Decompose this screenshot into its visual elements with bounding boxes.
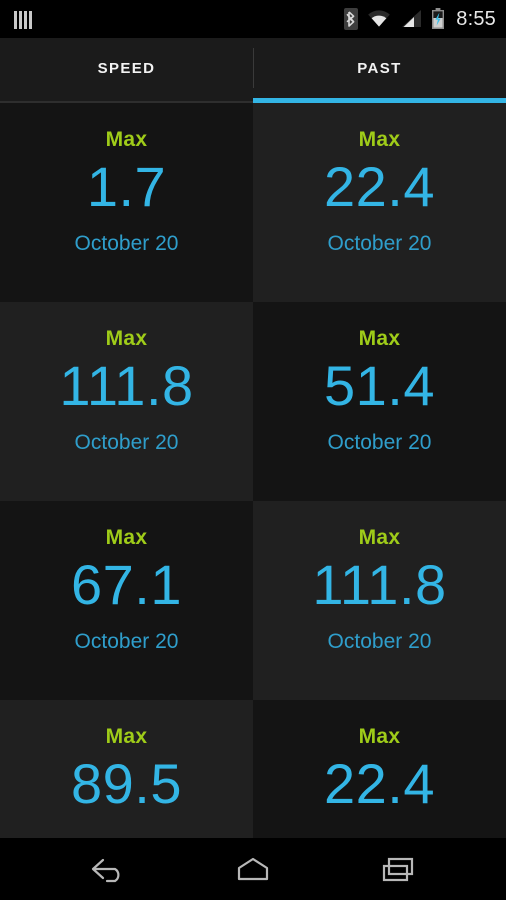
status-bar-clock: 8:55 <box>456 8 496 30</box>
record-value: 111.8 <box>312 553 447 616</box>
record-label: Max <box>358 725 401 748</box>
tab-divider <box>253 48 254 88</box>
record-card[interactable]: Max 22.4 October 20 <box>253 700 506 838</box>
status-bar: 8:55 <box>0 0 506 38</box>
record-card[interactable]: Max 1.7 October 20 <box>0 103 253 302</box>
record-date: October 20 <box>327 231 432 255</box>
tab-speed-underline <box>0 101 253 103</box>
tab-past-indicator <box>253 98 506 103</box>
nav-home-button[interactable] <box>222 845 284 893</box>
record-value: 22.4 <box>324 155 435 218</box>
record-value: 1.7 <box>86 155 167 218</box>
record-date: October 20 <box>74 629 179 653</box>
record-label: Max <box>358 128 401 151</box>
navigation-bar <box>0 838 506 900</box>
app-root: 8:55 SPEED PAST Max 1.7 October 20 Max 2… <box>0 0 506 900</box>
battery-charging-icon <box>432 8 445 29</box>
record-card[interactable]: Max 89.5 October 20 <box>0 700 253 838</box>
tab-speed[interactable]: SPEED <box>0 38 253 103</box>
record-date: October 20 <box>327 430 432 454</box>
record-label: Max <box>105 327 148 350</box>
status-bar-notifications <box>14 9 32 29</box>
status-bar-system-icons: 8:55 <box>344 8 496 30</box>
tab-speed-label: SPEED <box>97 59 156 77</box>
record-value: 67.1 <box>71 553 182 616</box>
record-card[interactable]: Max 111.8 October 20 <box>253 501 506 700</box>
record-label: Max <box>105 128 148 151</box>
record-value: 22.4 <box>324 752 435 815</box>
wifi-icon <box>368 10 391 27</box>
record-value: 111.8 <box>59 354 194 417</box>
record-label: Max <box>358 327 401 350</box>
record-date: October 20 <box>74 430 179 454</box>
record-label: Max <box>105 725 148 748</box>
tab-bar: SPEED PAST <box>0 38 506 103</box>
cell-signal-icon <box>402 10 422 27</box>
nav-back-button[interactable] <box>77 845 139 893</box>
nav-recents-button[interactable] <box>367 845 429 893</box>
back-icon <box>92 858 120 883</box>
record-value: 51.4 <box>324 354 435 417</box>
record-card[interactable]: Max 51.4 October 20 <box>253 302 506 501</box>
home-icon <box>237 857 269 881</box>
record-card[interactable]: Max 67.1 October 20 <box>0 501 253 700</box>
records-grid: Max 1.7 October 20 Max 22.4 October 20 M… <box>0 103 506 838</box>
record-label: Max <box>358 526 401 549</box>
bluetooth-icon <box>344 8 359 30</box>
record-card[interactable]: Max 22.4 October 20 <box>253 103 506 302</box>
tab-past-label: PAST <box>357 59 402 77</box>
record-date: October 20 <box>74 231 179 255</box>
signal-bars-icon <box>14 9 32 29</box>
tab-past[interactable]: PAST <box>253 38 506 103</box>
record-value: 89.5 <box>71 752 182 815</box>
record-card[interactable]: Max 111.8 October 20 <box>0 302 253 501</box>
record-label: Max <box>105 526 148 549</box>
recents-icon <box>382 857 413 882</box>
record-date: October 20 <box>327 629 432 653</box>
